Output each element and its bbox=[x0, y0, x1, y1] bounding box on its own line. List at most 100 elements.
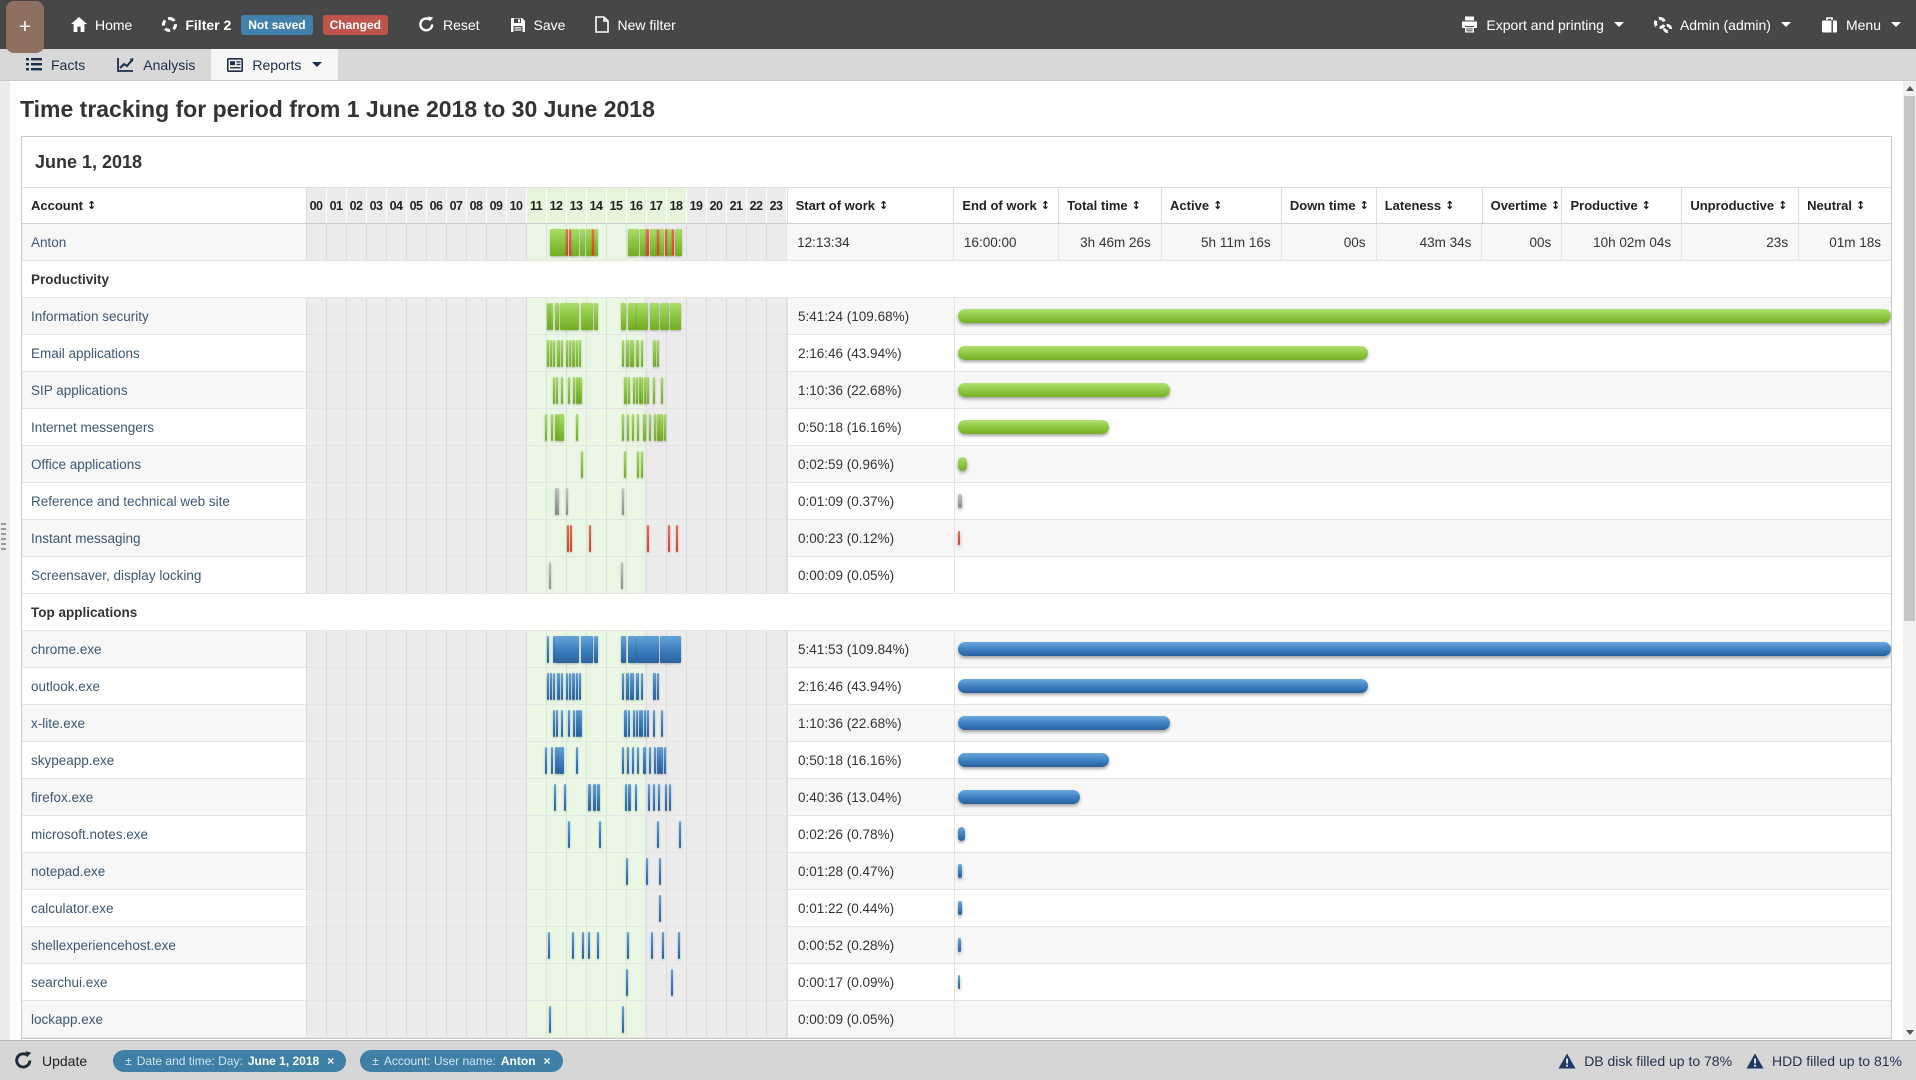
nav-filter[interactable]: Filter 2 Not saved Changed bbox=[147, 0, 403, 49]
timeline-bar bbox=[660, 414, 663, 441]
column-header-lateness[interactable]: Lateness↕ bbox=[1376, 188, 1482, 223]
row-label-link[interactable]: Anton bbox=[31, 235, 66, 250]
row-label-link[interactable]: Information security bbox=[31, 309, 149, 324]
timeline-bar bbox=[551, 303, 553, 330]
row-label-link[interactable]: x-lite.exe bbox=[31, 716, 85, 731]
table-row: x-lite.exe1:10:36 (22.68%) bbox=[22, 705, 1891, 742]
duration-value-cell: 0:50:18 (16.16%) bbox=[787, 742, 954, 778]
update-button[interactable]: Update bbox=[14, 1051, 87, 1070]
nav-export-printing[interactable]: Export and printing bbox=[1446, 0, 1639, 49]
timeline-bar bbox=[557, 673, 560, 700]
hour-header: 14 bbox=[587, 188, 607, 223]
row-label-link[interactable]: SIP applications bbox=[31, 383, 128, 398]
row-label-link[interactable]: calculator.exe bbox=[31, 901, 114, 916]
account-label-cell: chrome.exe bbox=[22, 631, 307, 667]
timeline-bar bbox=[637, 414, 639, 441]
tab-analysis[interactable]: Analysis bbox=[101, 49, 211, 80]
chevron-down-icon bbox=[1891, 22, 1901, 27]
account-label-cell: notepad.exe bbox=[22, 853, 307, 889]
sort-icon: ↕ bbox=[1360, 199, 1369, 212]
row-label-link[interactable]: searchui.exe bbox=[31, 975, 108, 990]
row-label-link[interactable]: Screensaver, display locking bbox=[31, 568, 201, 583]
row-label-link[interactable]: Reference and technical web site bbox=[31, 494, 230, 509]
scroll-up-button[interactable] bbox=[1903, 81, 1916, 96]
timeline-bar bbox=[547, 636, 549, 663]
vertical-scrollbar[interactable] bbox=[1903, 81, 1916, 1040]
timeline-bar bbox=[676, 525, 678, 552]
row-label-link[interactable]: shellexperiencehost.exe bbox=[31, 938, 176, 953]
row-label-link[interactable]: skypeapp.exe bbox=[31, 753, 114, 768]
column-header-unproductive[interactable]: Unproductive↕ bbox=[1681, 188, 1798, 223]
gear-icon bbox=[162, 17, 177, 32]
timeline-bar bbox=[588, 784, 591, 811]
timeline-bar bbox=[560, 303, 579, 330]
duration-bar bbox=[958, 864, 962, 878]
timeline-bar bbox=[550, 673, 552, 700]
panel-resize-handle[interactable] bbox=[1, 523, 6, 551]
sort-icon: ↕ bbox=[1041, 199, 1050, 212]
row-label-link[interactable]: notepad.exe bbox=[31, 864, 105, 879]
timeline-bar bbox=[572, 340, 575, 367]
duration-bar-cell bbox=[954, 816, 1891, 852]
timeline-cell bbox=[307, 890, 787, 926]
column-header-start-of-work[interactable]: Start of work↕ bbox=[787, 188, 954, 223]
duration-bar-cell bbox=[954, 668, 1891, 704]
row-label-link[interactable]: Email applications bbox=[31, 346, 140, 361]
timeline-bar bbox=[664, 414, 666, 441]
nav-reset[interactable]: Reset bbox=[403, 0, 495, 49]
column-header-down-time[interactable]: Down time↕ bbox=[1281, 188, 1376, 223]
scroll-down-button[interactable] bbox=[1903, 1025, 1916, 1040]
timeline-bar bbox=[554, 784, 556, 811]
timeline-bar bbox=[594, 229, 598, 256]
nav-admin[interactable]: Admin (admin) bbox=[1639, 0, 1806, 49]
timeline-bar bbox=[594, 636, 598, 663]
tab-reports[interactable]: Reports bbox=[211, 49, 338, 80]
account-label-cell: Instant messaging bbox=[22, 520, 307, 556]
timeline-bar bbox=[628, 377, 630, 404]
nav-new-filter[interactable]: New filter bbox=[580, 0, 690, 49]
timeline-bar bbox=[653, 377, 655, 404]
column-header-overtime[interactable]: Overtime↕ bbox=[1482, 188, 1562, 223]
column-header-total-time[interactable]: Total time↕ bbox=[1058, 188, 1161, 223]
nav-menu[interactable]: Menu bbox=[1806, 0, 1916, 49]
row-label-link[interactable]: Instant messaging bbox=[31, 531, 141, 546]
account-label-cell: microsoft.notes.exe bbox=[22, 816, 307, 852]
row-label-link[interactable]: Internet messengers bbox=[31, 420, 154, 435]
timeline-cell bbox=[307, 372, 787, 408]
chip-label: Date and time: Day: bbox=[137, 1054, 243, 1068]
timeline-cell bbox=[307, 779, 787, 815]
row-label-link[interactable]: Office applications bbox=[31, 457, 141, 472]
row-label-link[interactable]: chrome.exe bbox=[31, 642, 102, 657]
timeline-bar bbox=[569, 673, 571, 700]
nav-save[interactable]: Save bbox=[495, 0, 581, 49]
nav-home[interactable]: Home bbox=[56, 0, 147, 49]
column-header-account[interactable]: Account↕ bbox=[22, 188, 307, 223]
nav-save-label: Save bbox=[534, 17, 566, 33]
chip-close-icon[interactable]: × bbox=[327, 1054, 334, 1068]
timeline-bar bbox=[622, 340, 624, 367]
nav-filter-label: Filter 2 bbox=[185, 17, 231, 33]
row-label-link[interactable]: outlook.exe bbox=[31, 679, 100, 694]
timeline-bar bbox=[626, 858, 628, 885]
tab-facts[interactable]: Facts bbox=[10, 49, 101, 80]
timeline-cell bbox=[307, 853, 787, 889]
column-header-active[interactable]: Active↕ bbox=[1161, 188, 1281, 223]
sort-icon: ↕ bbox=[879, 199, 888, 212]
filter-chip-date[interactable]: ± Date and time: Day: June 1, 2018 × bbox=[113, 1050, 346, 1072]
row-label-link[interactable]: firefox.exe bbox=[31, 790, 93, 805]
add-tab-button[interactable]: + bbox=[6, 1, 44, 53]
scrollbar-thumb[interactable] bbox=[1904, 96, 1915, 621]
chip-close-icon[interactable]: × bbox=[544, 1054, 551, 1068]
hdd-warning: HDD filled up to 81% bbox=[1746, 1053, 1902, 1069]
filter-chip-account[interactable]: ± Account: User name: Anton × bbox=[360, 1050, 562, 1072]
timeline-bar bbox=[662, 932, 664, 959]
row-label-link[interactable]: microsoft.notes.exe bbox=[31, 827, 148, 842]
timeline-bar bbox=[572, 932, 574, 959]
column-header-neutral[interactable]: Neutral↕ bbox=[1798, 188, 1891, 223]
hour-header: 10 bbox=[507, 188, 527, 223]
row-label-link[interactable]: lockapp.exe bbox=[31, 1012, 103, 1027]
column-header-end-of-work[interactable]: End of work↕ bbox=[953, 188, 1058, 223]
timeline-bar bbox=[576, 673, 578, 700]
table-row: Email applications2:16:46 (43.94%) bbox=[22, 335, 1891, 372]
column-header-productive[interactable]: Productive↕ bbox=[1561, 188, 1681, 223]
